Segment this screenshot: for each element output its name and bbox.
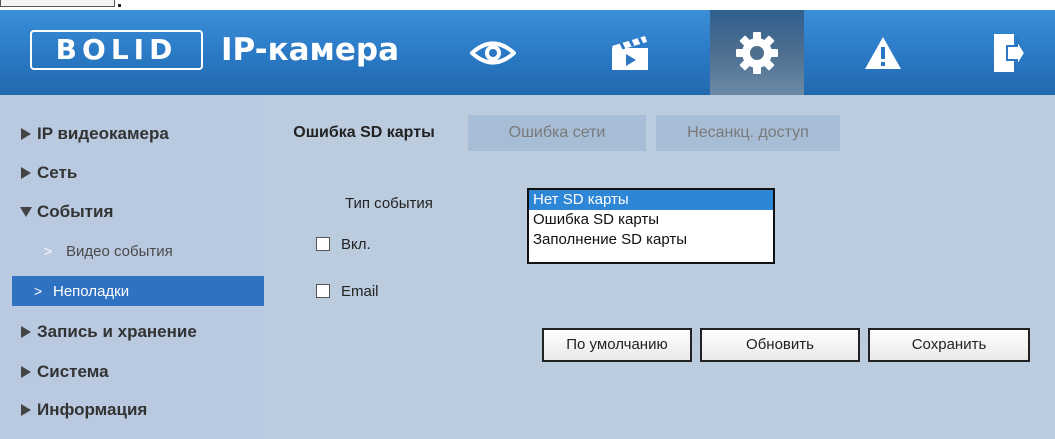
- sidebar-item-label: Система: [37, 362, 109, 381]
- window-fragment: [0, 0, 115, 7]
- chevron-right-icon: >: [34, 283, 43, 299]
- sidebar-item-ip-camera[interactable]: IP видеокамера: [0, 118, 264, 150]
- event-type-listbox[interactable]: Нет SD карты Ошибка SD карты Заполнение …: [527, 188, 775, 264]
- event-type-option[interactable]: Заполнение SD карты: [529, 230, 773, 250]
- sidebar-subitem-faults[interactable]: > Неполадки: [12, 276, 264, 306]
- top-strip: [0, 0, 1055, 10]
- event-type-label: Тип события: [345, 195, 433, 212]
- tab-unauthorized-access[interactable]: Несанкц. доступ: [656, 115, 840, 151]
- triangle-right-icon: [21, 366, 31, 378]
- email-checkbox[interactable]: [316, 284, 330, 298]
- event-type-option[interactable]: Нет SD карты: [529, 190, 773, 210]
- nav-settings[interactable]: [710, 10, 804, 95]
- sidebar-item-label: Информация: [37, 400, 148, 419]
- sidebar-item-network[interactable]: Сеть: [0, 157, 264, 189]
- logo: BOLID: [30, 30, 203, 70]
- enable-checkbox[interactable]: [316, 237, 330, 251]
- sidebar-subitem-label: Неполадки: [53, 283, 130, 300]
- triangle-right-icon: [21, 167, 31, 179]
- sidebar-item-label: IP видеокамера: [37, 124, 169, 143]
- sidebar-subitem-video-events[interactable]: > Видео события: [0, 236, 264, 266]
- nav-alarm[interactable]: [836, 10, 930, 95]
- gear-icon: [736, 31, 778, 74]
- nav-logout[interactable]: [961, 10, 1055, 95]
- enable-label: Вкл.: [341, 236, 371, 253]
- tab-network-error[interactable]: Ошибка сети: [468, 115, 646, 151]
- sidebar-item-events[interactable]: События: [0, 196, 264, 228]
- eye-icon: [470, 41, 516, 64]
- header: BOLID IP-камера: [0, 10, 1055, 95]
- save-button[interactable]: Сохранить: [868, 328, 1030, 362]
- tab-sd-card-error[interactable]: Ошибка SD карты: [268, 115, 460, 151]
- sidebar-item-label: Запись и хранение: [37, 322, 197, 341]
- sidebar-item-record-storage[interactable]: Запись и хранение: [0, 316, 264, 348]
- sidebar-item-label: События: [37, 202, 114, 221]
- triangle-right-icon: [21, 128, 31, 140]
- sidebar-item-label: Сеть: [37, 163, 78, 182]
- chevron-right-icon: >: [44, 243, 53, 259]
- sidebar-item-information[interactable]: Информация: [0, 394, 264, 426]
- period-mark: [118, 4, 121, 7]
- event-type-option[interactable]: Ошибка SD карты: [529, 210, 773, 230]
- sidebar-subitem-label: Видео события: [66, 243, 173, 260]
- nav-playback[interactable]: [583, 10, 677, 95]
- logout-icon: [994, 33, 1025, 72]
- email-label: Email: [341, 283, 379, 300]
- triangle-right-icon: [21, 404, 31, 416]
- clapperboard-icon: [612, 35, 648, 70]
- warning-icon: [865, 36, 901, 69]
- sidebar: IP видеокамера Сеть События > Видео собы…: [0, 95, 264, 439]
- content-panel: Ошибка SD карты Ошибка сети Несанкц. дос…: [264, 95, 1055, 439]
- triangle-right-icon: [21, 326, 31, 338]
- default-button[interactable]: По умолчанию: [542, 328, 692, 362]
- nav-live-view[interactable]: [446, 10, 540, 95]
- refresh-button[interactable]: Обновить: [700, 328, 860, 362]
- app-title: IP-камера: [221, 32, 400, 68]
- sidebar-item-system[interactable]: Система: [0, 356, 264, 388]
- triangle-down-icon: [20, 207, 32, 217]
